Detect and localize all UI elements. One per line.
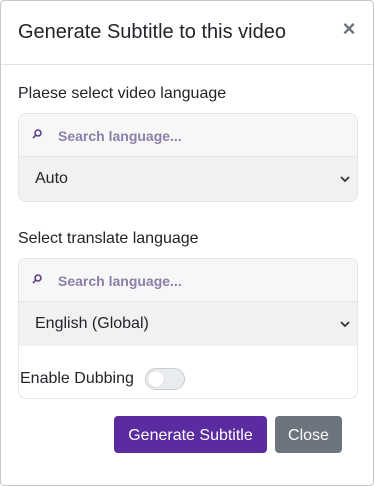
- video-language-search-input[interactable]: [56, 124, 350, 148]
- search-icon: [32, 129, 42, 139]
- close-icon[interactable]: ×: [341, 18, 357, 40]
- toggle-knob: [148, 371, 164, 387]
- video-language-label: Plaese select video language: [18, 85, 227, 102]
- translate-language-selected-value: English (Global): [35, 315, 149, 332]
- dialog-title: Generate Subtitle to this video: [18, 21, 286, 43]
- translate-language-label: Select translate language: [18, 230, 199, 247]
- search-icon: [32, 274, 42, 284]
- enable-dubbing-toggle[interactable]: [145, 368, 185, 390]
- video-language-picker: Auto: [18, 113, 358, 202]
- dubbing-section: Enable Dubbing: [18, 346, 358, 399]
- video-language-select[interactable]: Auto: [19, 157, 357, 201]
- dialog-header: Generate Subtitle to this video ×: [1, 1, 373, 65]
- video-language-selected-value: Auto: [35, 170, 68, 187]
- translate-language-search-row: [19, 259, 357, 302]
- chevron-down-icon: [340, 176, 350, 183]
- video-language-search-row: [19, 114, 357, 157]
- chevron-down-icon: [340, 321, 350, 328]
- translate-language-picker: English (Global): [18, 258, 358, 346]
- enable-dubbing-label: Enable Dubbing: [20, 370, 134, 387]
- generate-subtitle-button[interactable]: Generate Subtitle: [114, 416, 267, 453]
- translate-language-search-input[interactable]: [56, 269, 350, 293]
- translate-language-select[interactable]: English (Global): [19, 302, 357, 346]
- close-button[interactable]: Close: [275, 416, 342, 453]
- generate-subtitle-dialog: Generate Subtitle to this video × Plaese…: [0, 0, 374, 486]
